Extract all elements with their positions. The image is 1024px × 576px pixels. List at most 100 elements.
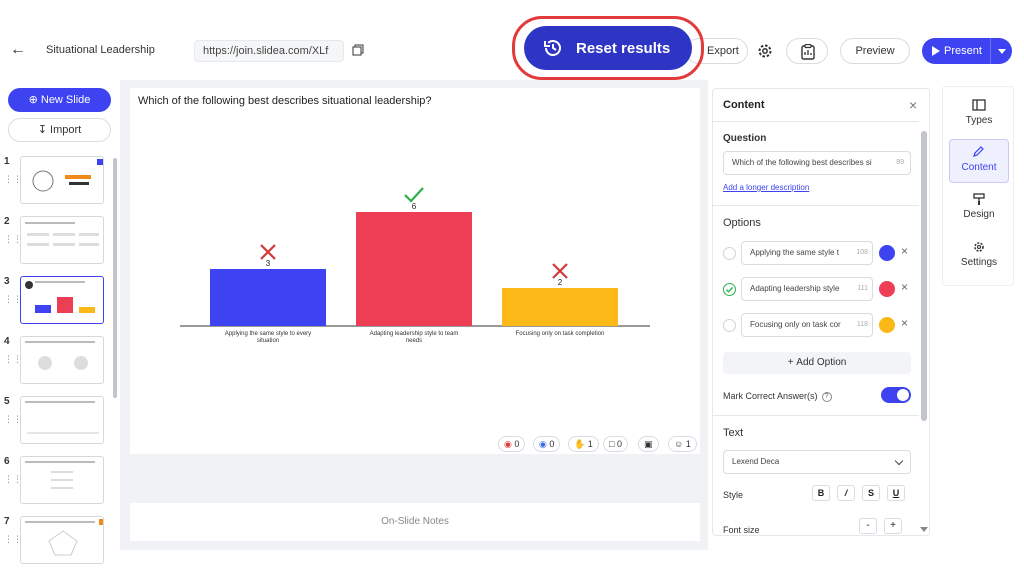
document-title[interactable]: Situational Leadership [46,44,155,56]
join-url-field[interactable]: https://join.slidea.com/XLf [194,40,344,62]
char-count: 111 [854,278,868,300]
slide-thumbnail-7[interactable]: 7 ⋮⋮ [4,516,108,566]
correct-check-icon[interactable] [723,319,736,332]
style-label: Style [723,490,744,500]
tab-types[interactable]: Types [949,93,1009,137]
font-size-increase-button[interactable]: + [884,518,902,534]
editor-tabs: Types Content Design Settings [942,86,1014,286]
strikethrough-button[interactable]: S [862,485,880,501]
reset-results-button[interactable]: Reset results [524,26,692,70]
participants-icon: ☺ [674,439,684,449]
thumb-graphic [32,159,103,192]
status-value: 0 [514,439,520,449]
slide-number: 3 [4,276,10,287]
tab-label: Types [965,115,993,126]
chart-category-label: needs [406,338,422,344]
slide-preview [20,216,104,264]
status-pill-2[interactable]: ◉ 0 [533,436,561,452]
add-option-button[interactable]: + Add Option [723,352,911,374]
slide-thumbnail-4[interactable]: 4 ⋮⋮ [4,336,108,386]
new-slide-label: New Slide [40,94,91,106]
delete-option-icon[interactable]: × [901,280,908,294]
option-color-swatch[interactable] [879,317,895,333]
question-input[interactable]: Which of the following best describes si… [723,151,911,175]
import-button[interactable]: ↧ Import [8,118,111,142]
tab-content[interactable]: Content [949,139,1009,183]
scroll-down-icon[interactable] [920,527,928,532]
chart-value-label: 2 [558,278,563,287]
status-value: 0 [616,439,622,449]
slide-number: 1 [4,156,10,167]
option-input[interactable]: Applying the same style t 108 [741,241,873,265]
status-pill-4[interactable]: □ 0 [603,436,628,452]
mark-correct-toggle[interactable] [881,387,911,403]
thumb-graphic [25,401,99,434]
thumb-graphic [25,281,95,313]
italic-button[interactable]: / [837,485,855,501]
chevron-down-icon[interactable] [998,49,1006,54]
paint-roller-icon [973,193,985,205]
present-button[interactable]: Present [922,38,1012,64]
sidebar-scrollbar[interactable] [113,158,117,398]
panel-title: Content [723,99,765,111]
bold-button[interactable]: B [812,485,830,501]
option-color-swatch[interactable] [879,281,895,297]
underline-button[interactable]: U [887,485,905,501]
add-description-link[interactable]: Add a longer description [723,183,809,192]
tab-design[interactable]: Design [949,187,1009,231]
help-icon[interactable]: ? [821,391,832,402]
present-divider [990,38,991,64]
font-size-decrease-button[interactable]: - [859,518,877,534]
plus-icon: + [787,357,797,368]
tab-settings[interactable]: Settings [949,235,1009,279]
chart-category-label: situation [257,338,279,344]
delete-option-icon[interactable]: × [901,316,908,330]
results-clipboard-button[interactable] [786,38,828,64]
option-color-swatch[interactable] [879,245,895,261]
results-bar-chart: 3 Applying the same style to everysituati… [180,187,650,344]
thumb-graphic [25,341,95,370]
slide-thumbnail-2[interactable]: 2 ⋮⋮ [4,216,108,266]
option-input[interactable]: Adapting leadership style 111 [741,277,873,301]
chart-category-label: Adapting leadership style to team [370,331,459,337]
thumb-graphic [25,519,103,556]
status-pill-1[interactable]: ◉ 0 [498,436,526,452]
correct-check-icon[interactable] [723,247,736,260]
chart-value-label: 3 [266,259,271,268]
slide-thumbnail-3[interactable]: 3 ⋮⋮ [4,276,108,326]
slide-thumbnail-6[interactable]: 6 ⋮⋮ [4,456,108,506]
camera-plus-icon: ▣ [644,439,653,449]
delete-option-icon[interactable]: × [901,244,908,258]
mark-correct-text: Mark Correct Answer(s) [723,391,818,401]
slide-number: 6 [4,456,10,467]
chart-category-label: Focusing only on task completion [516,331,605,337]
chart-bar [502,288,618,326]
gear-icon[interactable] [756,42,774,60]
gear-icon [974,242,984,252]
pencil-icon [973,146,984,157]
panel-scrollbar[interactable] [921,131,927,421]
back-arrow-icon[interactable]: ← [8,40,28,60]
copy-icon[interactable] [352,44,364,56]
status-pill-6[interactable]: ☺ 1 [668,436,697,452]
option-input[interactable]: Focusing only on task cor 118 [741,313,873,337]
status-pill-5[interactable]: ▣ [638,436,659,452]
correct-check-icon [404,187,424,203]
font-family-select[interactable]: Lexend Deca [723,450,911,474]
slide-thumbnail-1[interactable]: 1 ⋮⋮ [4,156,108,206]
checkmark-icon [726,286,734,293]
add-option-label: Add Option [796,357,847,368]
on-slide-notes[interactable]: On-Slide Notes [130,503,700,541]
tab-label: Content [961,162,997,173]
slide-thumbnail-5[interactable]: 5 ⋮⋮ [4,396,108,446]
question-label: Question [723,133,767,144]
status-pill-3[interactable]: ✋ 1 [568,436,599,452]
font-family-value: Lexend Deca [732,457,780,466]
slide-number: 5 [4,396,10,407]
close-icon[interactable]: × [909,97,917,113]
reset-history-icon [544,40,561,56]
option-text: Focusing only on task cor [750,320,841,329]
preview-button[interactable]: Preview [840,38,910,64]
new-slide-button[interactable]: ⊕ New Slide [8,88,111,112]
correct-check-icon[interactable] [723,283,736,296]
